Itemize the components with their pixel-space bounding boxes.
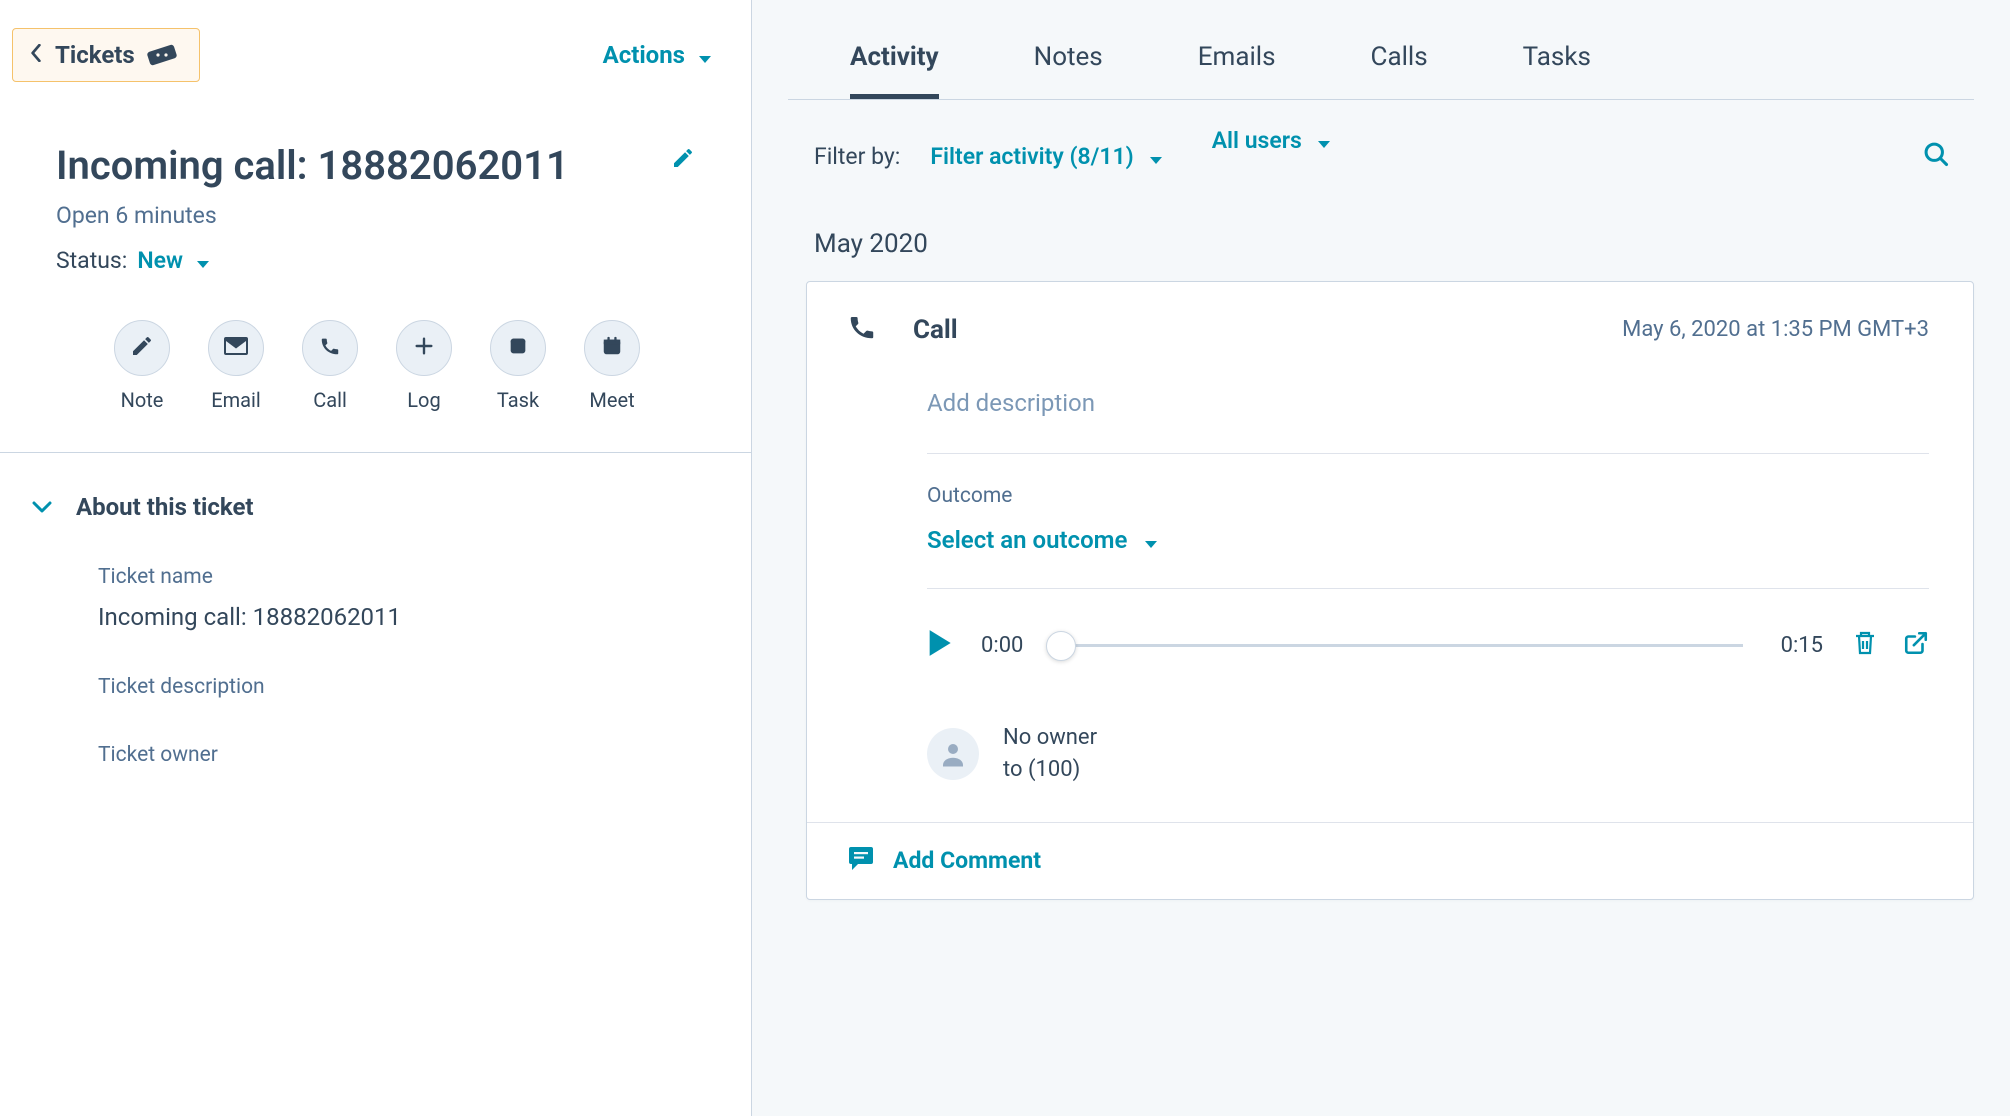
description-input[interactable]: Add description (927, 347, 1929, 454)
call-owner-row: No owner to (100) (927, 702, 1929, 822)
field-value[interactable]: Incoming call: 18882062011 (98, 589, 751, 631)
task-icon (507, 335, 529, 362)
external-link-icon[interactable] (1903, 630, 1929, 661)
filter-activity-dropdown[interactable]: Filter activity (8/11) (930, 143, 1161, 170)
quick-action-row: Note Email Call Log Task Meet (0, 274, 751, 440)
player-duration: 0:15 (1781, 633, 1823, 658)
phone-icon (847, 312, 877, 347)
quick-action-label: Log (407, 388, 440, 412)
field-label: Ticket description (98, 675, 751, 699)
field-ticket-description: Ticket description (0, 631, 751, 699)
status-value: New (137, 247, 183, 274)
quick-action-call[interactable]: Call (302, 320, 358, 412)
call-activity-card: Call May 6, 2020 at 1:35 PM GMT+3 Add de… (806, 281, 1974, 900)
chevron-down-icon (32, 495, 52, 519)
recording-player: 0:00 0:15 (927, 589, 1929, 702)
card-timestamp: May 6, 2020 at 1:35 PM GMT+3 (1622, 317, 1929, 342)
quick-action-label: Call (313, 388, 347, 412)
filter-label: Filter by: (814, 143, 900, 170)
actions-dropdown[interactable]: Actions (603, 41, 711, 69)
outcome-dropdown[interactable]: Select an outcome (927, 526, 1929, 589)
actions-label: Actions (603, 41, 685, 69)
note-icon (130, 334, 154, 363)
about-title: About this ticket (76, 493, 254, 521)
tab-tasks[interactable]: Tasks (1523, 42, 1591, 99)
back-label: Tickets (55, 41, 135, 69)
tab-calls[interactable]: Calls (1371, 42, 1428, 99)
field-ticket-owner: Ticket owner (0, 699, 751, 767)
record-tabs: Activity Notes Emails Calls Tasks (788, 0, 1974, 100)
quick-action-note[interactable]: Note (114, 320, 170, 412)
play-icon[interactable] (927, 629, 951, 662)
search-icon[interactable] (1922, 140, 1950, 173)
caret-down-icon (1312, 127, 1330, 154)
add-comment-label: Add Comment (893, 847, 1041, 874)
open-duration: Open 6 minutes (0, 192, 751, 229)
quick-action-email[interactable]: Email (208, 320, 264, 412)
chevron-left-icon (29, 43, 43, 67)
record-sidebar: Tickets Actions Incoming call: 188820620… (0, 0, 752, 1116)
card-header: Call May 6, 2020 at 1:35 PM GMT+3 (807, 282, 1973, 347)
player-current-time: 0:00 (981, 633, 1023, 658)
calendar-icon (601, 335, 623, 362)
field-ticket-name: Ticket name Incoming call: 18882062011 (0, 521, 751, 631)
comment-icon (847, 845, 875, 877)
card-title: Call (913, 315, 958, 345)
quick-action-label: Email (211, 388, 261, 412)
phone-icon (319, 335, 341, 362)
pencil-icon[interactable] (671, 146, 695, 175)
trash-icon[interactable] (1853, 630, 1877, 661)
field-label: Ticket name (98, 565, 751, 589)
quick-action-label: Task (497, 388, 539, 412)
caret-down-icon (1139, 526, 1157, 554)
status-row: Status: New (0, 229, 751, 274)
quick-action-log[interactable]: Log (396, 320, 452, 412)
back-to-tickets-button[interactable]: Tickets (12, 28, 200, 82)
title-row: Incoming call: 18882062011 (0, 82, 751, 192)
avatar (927, 728, 979, 780)
quick-action-meet[interactable]: Meet (584, 320, 640, 412)
sidebar-top-row: Tickets Actions (0, 0, 751, 82)
activity-panel: Activity Notes Emails Calls Tasks Filter… (752, 0, 2010, 1116)
plus-icon (413, 335, 435, 362)
caret-down-icon (693, 41, 711, 69)
record-title: Incoming call: 18882062011 (56, 140, 569, 192)
filter-bar: Filter by: Filter activity (8/11) All us… (752, 100, 2010, 173)
status-dropdown[interactable]: New (137, 247, 209, 274)
timeline-month-header: May 2020 (752, 173, 2010, 281)
quick-action-label: Note (121, 388, 164, 412)
filter-users-dropdown[interactable]: All users (1212, 127, 1330, 154)
caret-down-icon (191, 247, 209, 274)
field-label: Ticket owner (98, 743, 751, 767)
tab-activity[interactable]: Activity (850, 42, 939, 99)
quick-action-task[interactable]: Task (490, 320, 546, 412)
ticket-icon (147, 44, 177, 66)
tab-notes[interactable]: Notes (1034, 42, 1103, 99)
quick-action-label: Meet (589, 388, 634, 412)
tab-emails[interactable]: Emails (1198, 42, 1276, 99)
outcome-label: Outcome (927, 454, 1929, 526)
about-section-header[interactable]: About this ticket (0, 453, 751, 521)
status-label: Status: (56, 247, 127, 274)
owner-line2: to (100) (1003, 754, 1097, 786)
player-thumb[interactable] (1046, 631, 1076, 661)
player-track[interactable] (1061, 644, 1742, 647)
owner-line1: No owner (1003, 722, 1097, 754)
caret-down-icon (1144, 143, 1162, 170)
email-icon (224, 336, 248, 360)
add-comment-button[interactable]: Add Comment (807, 822, 1973, 899)
